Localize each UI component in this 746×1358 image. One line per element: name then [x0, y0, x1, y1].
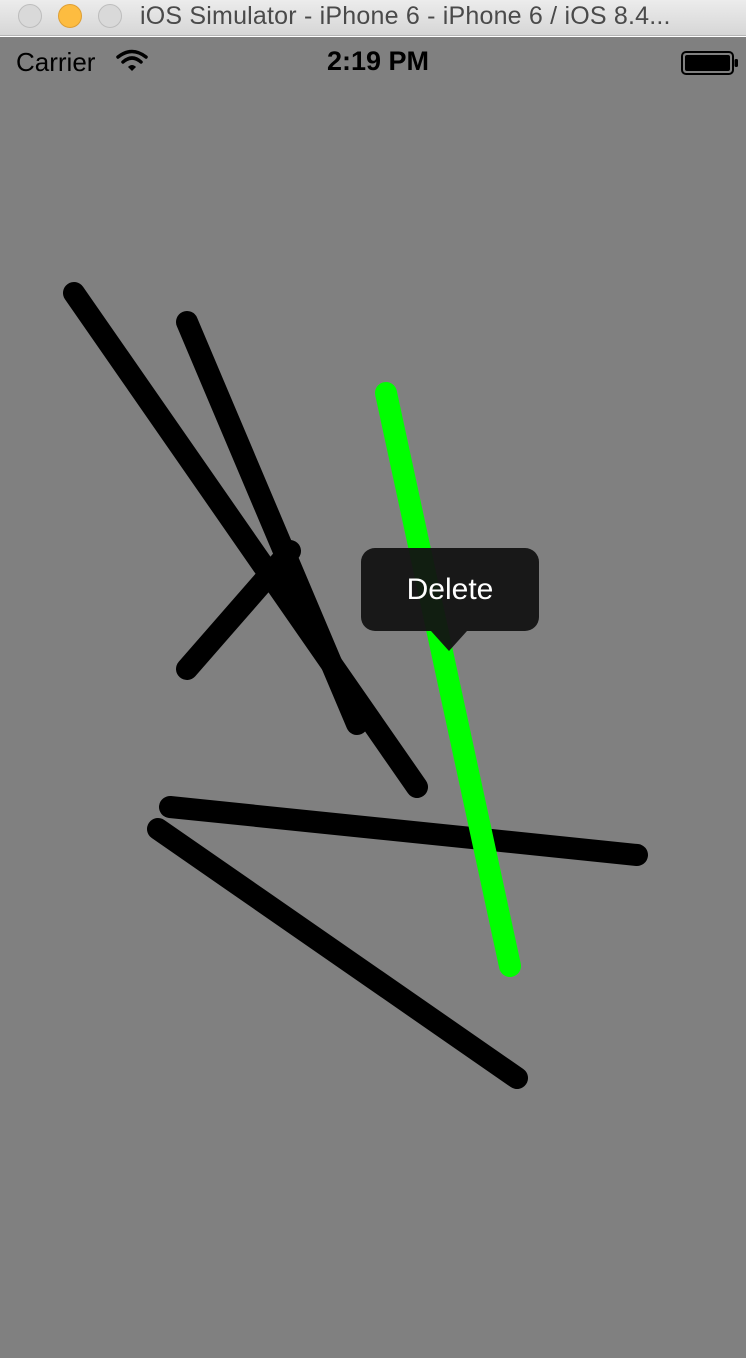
drawn-line[interactable] — [176, 311, 368, 735]
status-time: 2:19 PM — [326, 46, 430, 76]
minimize-window-button[interactable] — [58, 4, 82, 28]
window-title-bar[interactable]: iOS Simulator - iPhone 6 - iPhone 6 / iO… — [0, 0, 746, 36]
device-screen[interactable]: Carrier 2:19 PM Delete — [0, 37, 746, 1358]
menu-pointer-arrow — [431, 631, 467, 651]
delete-menu-item[interactable]: Delete — [361, 548, 539, 631]
edit-menu-popup: Delete — [361, 548, 539, 631]
drawn-line[interactable] — [63, 282, 428, 798]
zoom-window-button[interactable] — [98, 4, 122, 28]
simulator-window: iOS Simulator - iPhone 6 - iPhone 6 / iO… — [0, 0, 746, 1358]
status-bar: Carrier 2:19 PM — [0, 37, 746, 87]
close-window-button[interactable] — [18, 4, 42, 28]
drawn-line[interactable] — [147, 818, 528, 1089]
drawing-canvas[interactable] — [0, 37, 746, 1358]
selected-line[interactable] — [375, 382, 521, 977]
drawn-line[interactable] — [176, 540, 301, 680]
battery-icon — [681, 51, 738, 75]
drawn-line[interactable] — [159, 796, 648, 866]
window-title: iOS Simulator - iPhone 6 - iPhone 6 / iO… — [140, 2, 671, 30]
